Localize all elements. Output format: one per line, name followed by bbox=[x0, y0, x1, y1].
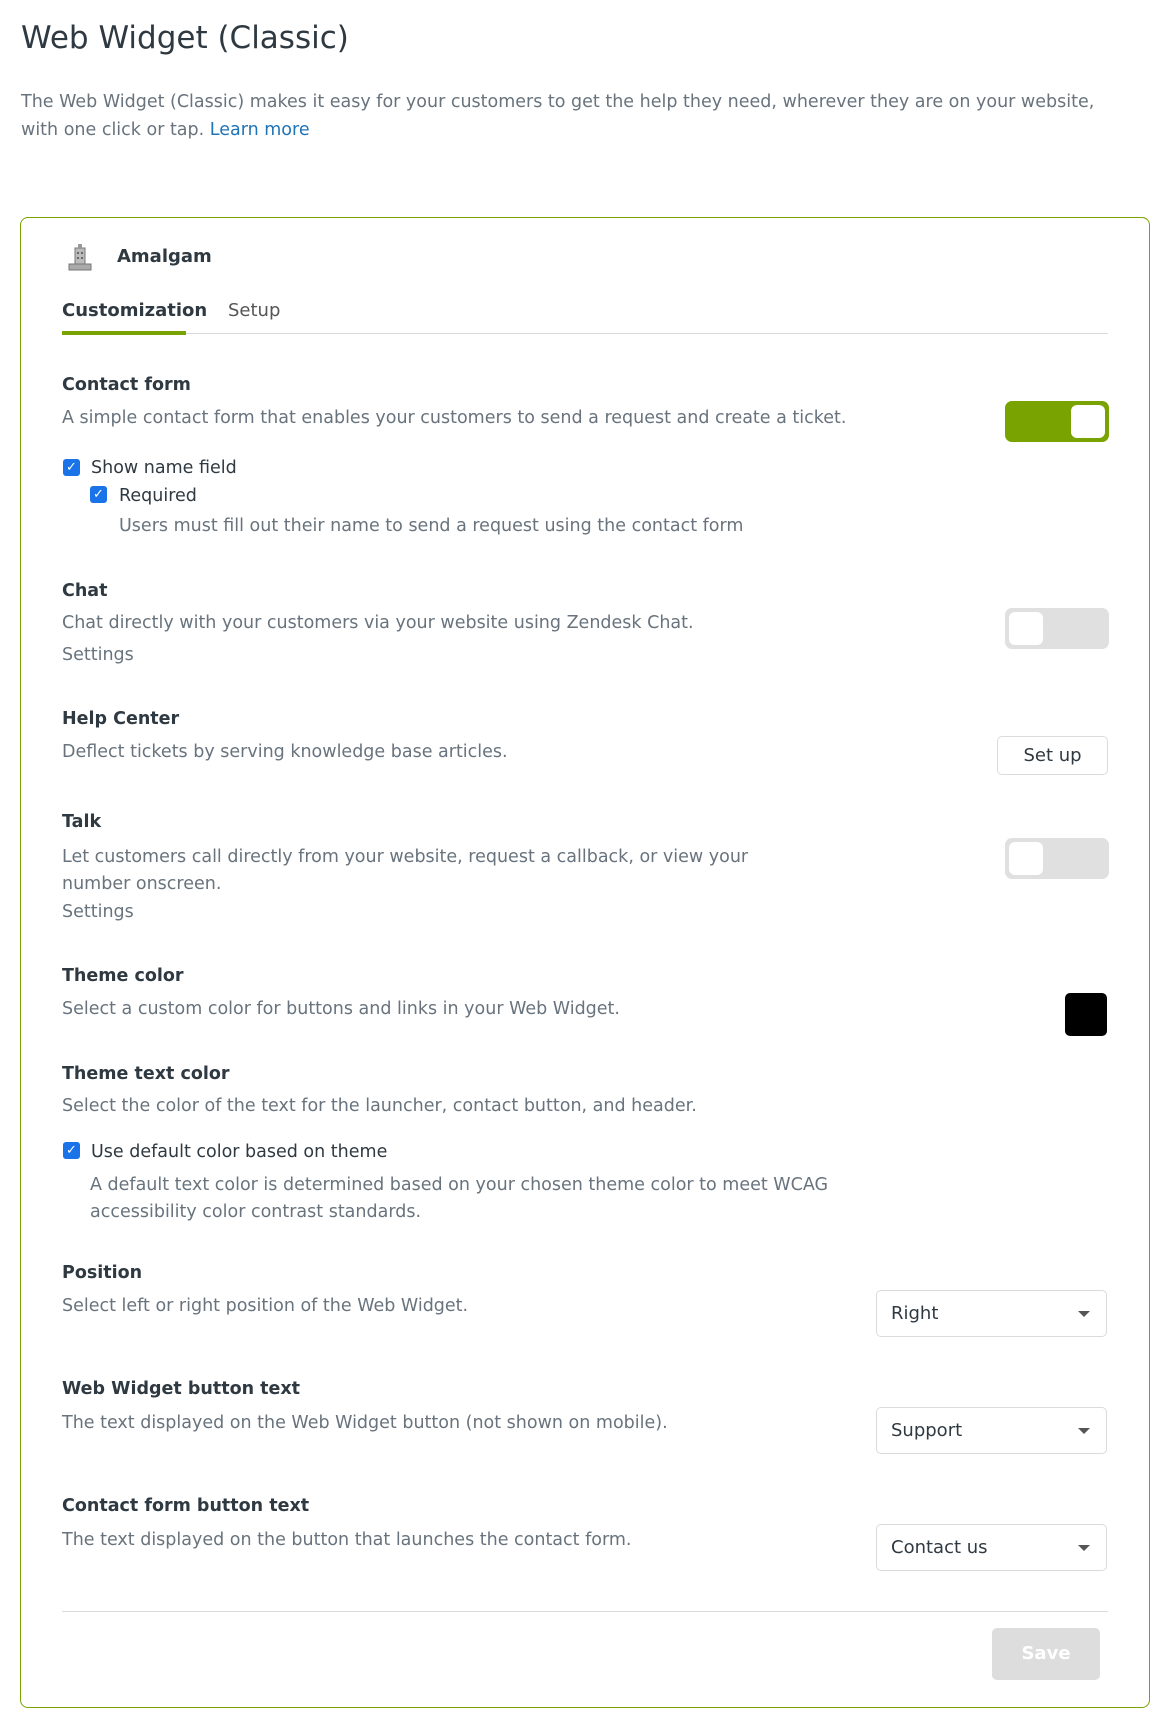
position-desc: Select left or right position of the Web… bbox=[62, 1296, 469, 1316]
chat-toggle[interactable] bbox=[1005, 608, 1109, 649]
tab-customization[interactable]: Customization bbox=[62, 300, 207, 321]
page-intro: The Web Widget (Classic) makes it easy f… bbox=[21, 88, 1131, 144]
talk-title: Talk bbox=[62, 812, 102, 832]
tabs-divider bbox=[62, 333, 1108, 334]
caret-down-icon bbox=[1078, 1311, 1090, 1317]
talk-toggle[interactable] bbox=[1005, 838, 1109, 879]
default-color-label: Use default color based on theme bbox=[91, 1142, 388, 1162]
caret-down-icon bbox=[1078, 1428, 1090, 1434]
active-tab-indicator bbox=[62, 331, 186, 335]
tab-setup[interactable]: Setup bbox=[228, 300, 280, 321]
contact-button-text-desc: The text displayed on the button that la… bbox=[62, 1530, 632, 1550]
button-text-title: Web Widget button text bbox=[62, 1379, 301, 1399]
talk-settings-link[interactable]: Settings bbox=[62, 902, 134, 922]
save-button[interactable]: Save bbox=[992, 1628, 1100, 1680]
contact-form-desc: A simple contact form that enables your … bbox=[62, 408, 847, 428]
contact-button-text-title: Contact form button text bbox=[62, 1496, 310, 1516]
contact-button-text-value: Contact us bbox=[891, 1537, 988, 1558]
chat-desc: Chat directly with your customers via yo… bbox=[62, 613, 694, 633]
required-desc: Users must fill out their name to send a… bbox=[119, 516, 744, 536]
intro-text: The Web Widget (Classic) makes it easy f… bbox=[21, 92, 1095, 140]
footer-divider bbox=[62, 1611, 1108, 1612]
required-label: Required bbox=[119, 486, 197, 506]
help-center-setup-button[interactable]: Set up bbox=[997, 736, 1108, 775]
position-title: Position bbox=[62, 1263, 143, 1283]
widget-card bbox=[20, 217, 1150, 1708]
button-text-desc: The text displayed on the Web Widget but… bbox=[62, 1413, 668, 1433]
theme-color-title: Theme color bbox=[62, 966, 184, 986]
default-color-desc: A default text color is determined based… bbox=[90, 1175, 829, 1222]
theme-text-color-title: Theme text color bbox=[62, 1064, 230, 1084]
position-value: Right bbox=[891, 1303, 939, 1324]
show-name-checkbox[interactable]: ✓ bbox=[63, 459, 80, 476]
help-center-desc: Deflect tickets by serving knowledge bas… bbox=[62, 742, 508, 762]
required-checkbox[interactable]: ✓ bbox=[90, 486, 107, 503]
contact-button-text-select[interactable]: Contact us bbox=[876, 1524, 1107, 1571]
show-name-label: Show name field bbox=[91, 458, 237, 478]
page-title: Web Widget (Classic) bbox=[21, 20, 349, 56]
help-center-title: Help Center bbox=[62, 709, 180, 729]
contact-form-title: Contact form bbox=[62, 375, 191, 395]
default-color-checkbox[interactable]: ✓ bbox=[63, 1142, 80, 1159]
contact-form-toggle[interactable] bbox=[1005, 401, 1109, 442]
brand-name: Amalgam bbox=[117, 246, 212, 267]
theme-color-desc: Select a custom color for buttons and li… bbox=[62, 999, 620, 1019]
position-select[interactable]: Right bbox=[876, 1290, 1107, 1337]
chat-title: Chat bbox=[62, 581, 108, 601]
button-text-select[interactable]: Support bbox=[876, 1407, 1107, 1454]
theme-text-color-desc: Select the color of the text for the lau… bbox=[62, 1096, 697, 1116]
learn-more-link[interactable]: Learn more bbox=[210, 120, 310, 140]
button-text-value: Support bbox=[891, 1420, 963, 1441]
talk-desc: Let customers call directly from your we… bbox=[62, 847, 749, 894]
caret-down-icon bbox=[1078, 1545, 1090, 1551]
chat-settings-link[interactable]: Settings bbox=[62, 645, 134, 665]
theme-color-swatch[interactable] bbox=[1065, 993, 1107, 1036]
building-icon bbox=[66, 242, 94, 272]
